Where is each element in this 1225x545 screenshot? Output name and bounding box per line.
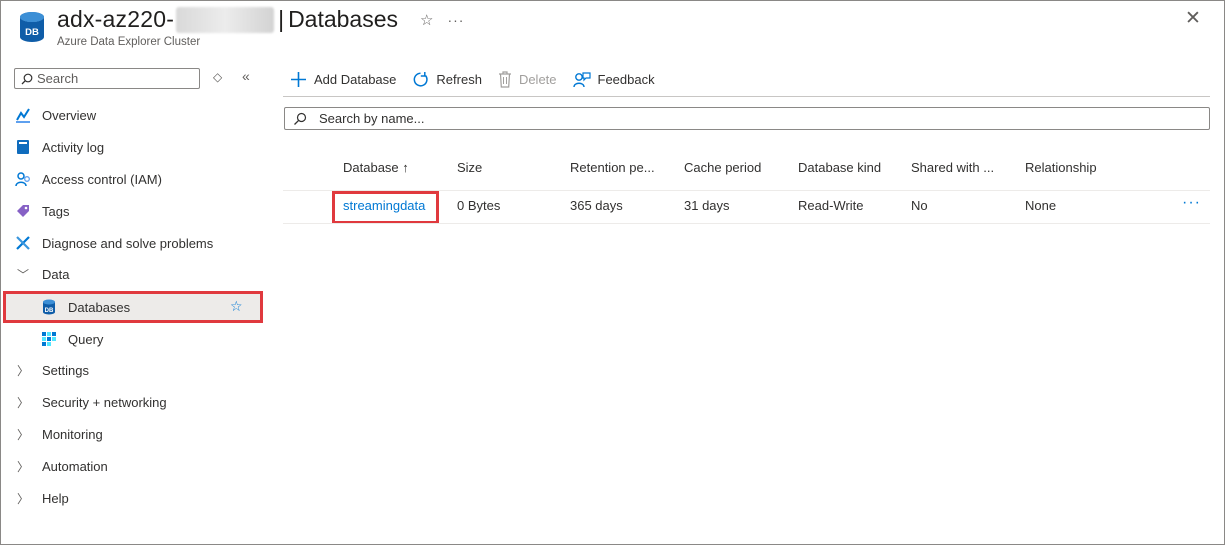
database-resource-icon: DB [19,11,45,43]
overview-icon [14,106,32,124]
column-header-cache[interactable]: Cache period [684,160,761,175]
nav-search-input[interactable] [37,71,187,86]
column-header-shared[interactable]: Shared with ... [911,160,994,175]
nav-label: Tags [42,203,70,219]
nav-search-box[interactable] [14,68,200,89]
cell-cache: 31 days [684,198,730,213]
chevron-right-icon: 〉 [16,395,29,410]
nav-item-tags[interactable]: Tags [14,201,69,221]
feedback-icon [572,71,591,87]
search-icon [294,112,307,125]
svg-text:DB: DB [45,308,54,314]
feedback-button[interactable]: Feedback [572,71,655,88]
cell-size: 0 Bytes [457,198,501,213]
column-header-kind[interactable]: Database kind [798,160,881,175]
chevron-right-icon: 〉 [16,427,29,442]
nav-label: Automation [42,458,108,474]
nav-label: Databases [68,299,131,315]
database-icon: DB [40,298,58,316]
nav-item-access-control[interactable]: Access control (IAM) [14,169,162,189]
toolbar-divider [283,96,1210,97]
chevron-down-icon: ﹀ [16,267,29,282]
trash-icon [498,70,511,88]
delete-button[interactable]: Delete [498,70,557,88]
delete-label: Delete [518,71,557,87]
collapse-menu-icon[interactable]: « [242,68,250,84]
nav-label: Query [68,331,104,347]
page-title: Databases [288,6,399,32]
more-options-icon[interactable]: ··· [447,12,464,28]
column-header-retention[interactable]: Retention pe... [570,160,655,175]
cell-kind: Read-Write [798,198,864,213]
nav-label: Help [42,490,69,506]
add-database-button[interactable]: Add Database [290,71,396,88]
filter-box[interactable] [284,107,1210,130]
activity-log-icon [14,138,32,156]
redacted-name-suffix [176,6,275,33]
sort-toggle-icon[interactable]: ◇ [213,70,222,84]
chevron-right-icon: 〉 [16,491,29,506]
nav-item-query[interactable]: Query [40,329,103,349]
page-heading: adx-az220- | Databases ☆ ··· [57,6,464,33]
refresh-icon [413,71,429,87]
title-separator: | [278,6,285,32]
tag-icon [14,202,32,220]
svg-text:DB: DB [25,27,39,38]
nav-group-automation[interactable]: 〉 Automation [14,456,108,476]
cell-relationship: None [1025,198,1057,213]
column-header-database[interactable]: Database ↑ [343,160,409,175]
column-header-relationship[interactable]: Relationship [1025,160,1097,175]
nav-group-monitoring[interactable]: 〉 Monitoring [14,424,103,444]
nav-label: Diagnose and solve problems [42,235,214,251]
iam-icon [14,170,32,188]
nav-group-data[interactable]: ﹀ Data [14,264,69,284]
nav-label: Monitoring [42,426,103,442]
close-icon[interactable]: ✕ [1183,9,1203,29]
nav-label: Settings [42,362,89,378]
feedback-label: Feedback [597,71,655,87]
favorite-star-icon[interactable]: ☆ [230,298,243,315]
nav-label: Access control (IAM) [42,171,162,187]
filter-input[interactable] [319,111,1179,126]
search-icon [21,73,33,84]
nav-group-security[interactable]: 〉 Security + networking [14,392,167,412]
database-link-highlight [332,191,439,224]
nav-item-overview[interactable]: Overview [14,105,96,125]
row-more-options-icon[interactable]: ··· [1182,194,1201,212]
add-database-label: Add Database [314,71,397,87]
nav-label: Overview [42,107,97,123]
favorite-star-icon[interactable]: ☆ [420,11,433,29]
query-icon [40,330,58,348]
column-header-size[interactable]: Size [457,160,482,175]
cell-retention: 365 days [570,198,623,213]
chevron-right-icon: 〉 [16,363,29,378]
nav-item-activity-log[interactable]: Activity log [14,137,104,157]
plus-icon [291,71,306,87]
nav-item-databases[interactable]: DB Databases [40,297,130,317]
refresh-button[interactable]: Refresh [412,71,482,88]
resource-type-subtitle: Azure Data Explorer Cluster [57,36,201,48]
command-bar: Add Database Refresh Delete Feedback [290,69,671,89]
nav-group-help[interactable]: 〉 Help [14,488,69,508]
nav-label: Security + networking [42,394,167,410]
chevron-right-icon: 〉 [16,459,29,474]
nav-label: Activity log [42,139,105,155]
row-divider [283,223,1210,224]
nav-label: Data [42,266,70,282]
nav-item-diagnose[interactable]: Diagnose and solve problems [14,233,213,253]
cell-shared: No [911,198,928,213]
wrench-icon [14,234,32,252]
nav-group-settings[interactable]: 〉 Settings [14,360,89,380]
refresh-label: Refresh [436,71,482,87]
resource-name: adx-az220- [57,6,175,32]
